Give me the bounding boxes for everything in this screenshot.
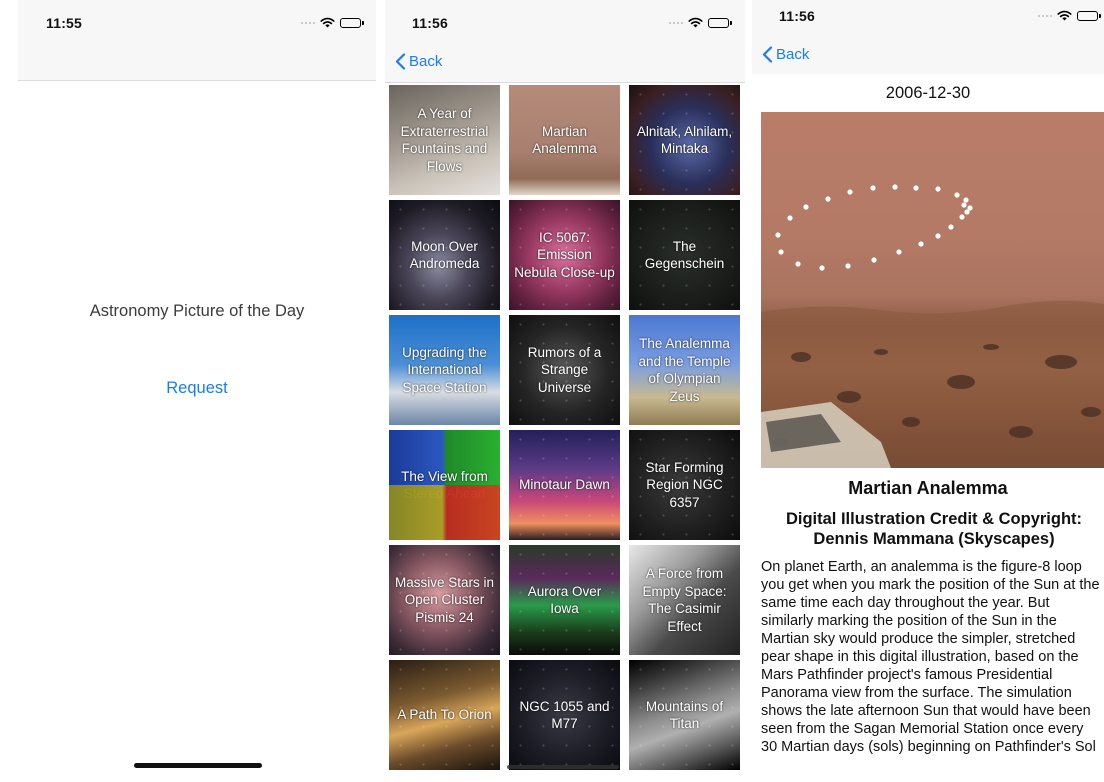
grid-tile[interactable]: The Analemma and the Temple of Olympian …	[629, 315, 740, 425]
picture-credit: Digital Illustration Credit & Copyright:…	[785, 510, 1083, 548]
tile-title: A Year of Extraterrestrial Fountains and…	[400, 106, 489, 174]
status-icons	[669, 17, 732, 28]
tile-title: The View from Stereo Ahead	[401, 468, 488, 502]
tile-title: Star Forming Region NGC 6357	[645, 459, 724, 510]
grid-tile[interactable]: NGC 1055 and M77	[509, 660, 620, 770]
status-bar: 11:56	[385, 0, 745, 44]
launch-screen: 11:55 Astronomy Picture of the Day Reque…	[18, 0, 376, 782]
grid-tile[interactable]: A Path To Orion	[389, 660, 500, 770]
tile-title: Alnitak, Alnilam, Mintaka	[636, 123, 733, 157]
status-bar: 11:56	[752, 0, 1104, 44]
home-indicator[interactable]	[507, 765, 619, 769]
tile-title: Martian Analemma	[532, 123, 597, 157]
tile-title: IC 5067: Emission Nebula Close-up	[514, 229, 615, 280]
detail-screen: 11:56 Back 2006-12-30 Martian Analemma D…	[752, 0, 1104, 782]
tile-title: A Force from Empty Space: The Casimir Ef…	[642, 566, 727, 634]
tile-title: Mountains of Titan	[645, 698, 724, 732]
martian-analemma-illustration	[761, 184, 1104, 468]
cellular-signal-icon	[669, 21, 683, 24]
status-icons	[301, 17, 364, 28]
wifi-icon	[688, 17, 703, 28]
grid-tile[interactable]: The Gegenschein	[629, 200, 740, 310]
picture-date: 2006-12-30	[885, 84, 971, 102]
grid-tile[interactable]: The View from Stereo Ahead	[389, 430, 500, 540]
tile-title: Rumors of a Strange Universe	[527, 344, 602, 395]
battery-icon	[340, 17, 364, 28]
grid-tile[interactable]: Martian Analemma	[509, 85, 620, 195]
grid-tile[interactable]: IC 5067: Emission Nebula Close-up	[509, 200, 620, 310]
grid-tile[interactable]: Moon Over Andromeda	[389, 200, 500, 310]
chevron-left-icon	[762, 46, 773, 63]
grid-tile[interactable]: A Force from Empty Space: The Casimir Ef…	[629, 545, 740, 655]
wifi-icon	[1057, 10, 1072, 21]
back-label: Back	[409, 53, 443, 70]
cellular-signal-icon	[1038, 14, 1052, 17]
grid-tile[interactable]: Massive Stars in Open Cluster Pismis 24	[389, 545, 500, 655]
status-time: 11:55	[46, 15, 83, 31]
home-indicator[interactable]	[134, 763, 262, 768]
tile-title: NGC 1055 and M77	[519, 698, 610, 732]
wifi-icon	[320, 17, 335, 28]
status-time: 11:56	[779, 8, 816, 24]
grid-tile[interactable]: Star Forming Region NGC 6357	[629, 430, 740, 540]
grid-tile[interactable]: Rumors of a Strange Universe	[509, 315, 620, 425]
grid-tile[interactable]: Minotaur Dawn	[509, 430, 620, 540]
cellular-signal-icon	[301, 21, 315, 24]
apod-image	[761, 112, 1104, 468]
tile-title: Minotaur Dawn	[519, 477, 610, 493]
back-label: Back	[776, 46, 810, 63]
status-icons	[1038, 10, 1101, 21]
request-button[interactable]: Request	[18, 379, 376, 398]
status-time: 11:56	[412, 15, 449, 31]
battery-icon	[1077, 10, 1101, 21]
tile-title: The Analemma and the Temple of Olympian …	[638, 336, 731, 404]
back-button[interactable]: Back	[762, 46, 809, 63]
picture-explanation: On planet Earth, an analemma is the figu…	[761, 559, 1100, 755]
grid-tile[interactable]: Alnitak, Alnilam, Mintaka	[629, 85, 740, 195]
chevron-left-icon	[395, 53, 406, 70]
tile-title: Moon Over Andromeda	[409, 238, 480, 272]
grid-tile[interactable]: Mountains of Titan	[629, 660, 740, 770]
grid-tile[interactable]: Upgrading the International Space Statio…	[389, 315, 500, 425]
tile-title: Aurora Over Iowa	[527, 583, 602, 617]
tile-title: The Gegenschein	[644, 238, 725, 272]
back-button[interactable]: Back	[395, 53, 442, 70]
app-title: Astronomy Picture of the Day	[89, 302, 305, 320]
tile-title: Upgrading the International Space Statio…	[402, 344, 487, 395]
tile-title: Massive Stars in Open Cluster Pismis 24	[394, 574, 495, 625]
grid-tile[interactable]: A Year of Extraterrestrial Fountains and…	[389, 85, 500, 195]
picture-title: Martian Analemma	[848, 478, 1008, 498]
grid-tile[interactable]: Aurora Over Iowa	[509, 545, 620, 655]
tile-title: A Path To Orion	[397, 707, 492, 723]
gallery-screen: 11:56 Back A Year of Extraterrestrial Fo…	[385, 0, 745, 782]
picture-grid: A Year of Extraterrestrial Fountains and…	[389, 85, 741, 770]
battery-icon	[708, 17, 732, 28]
status-bar: 11:55	[18, 0, 376, 44]
